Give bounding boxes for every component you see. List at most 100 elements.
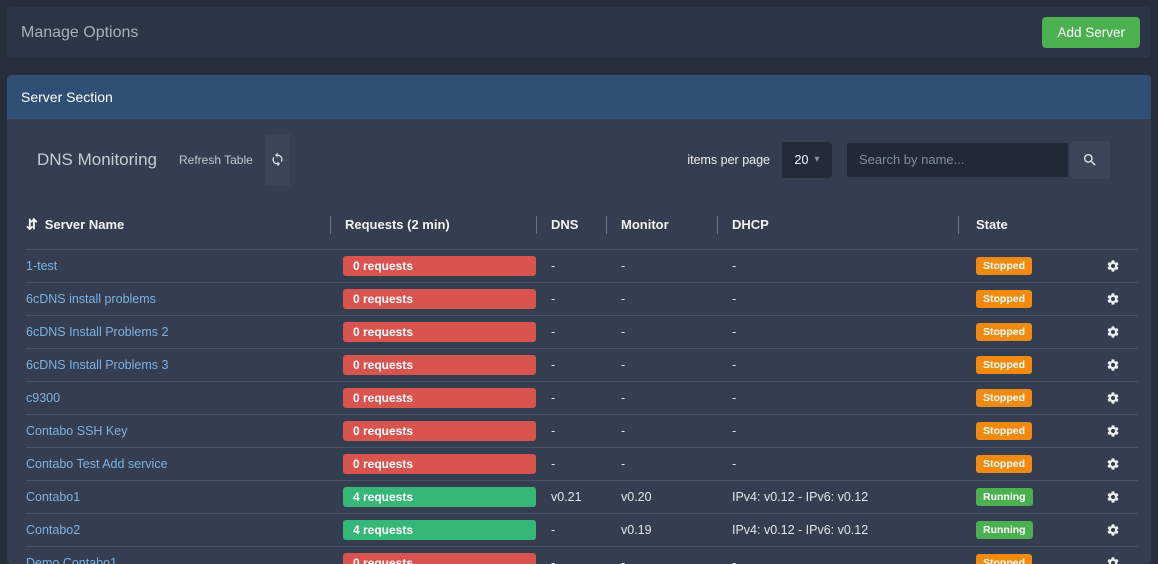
requests-badge: 0 requests	[343, 421, 536, 441]
row-settings-button[interactable]	[1106, 292, 1120, 306]
requests-badge: 0 requests	[343, 322, 536, 342]
table-header-row: ⇵ Server Name Requests (2 min) DNS Monit…	[26, 200, 1138, 249]
table-row: Contabo1 4 requests v0.21 v0.20 IPv4: v0…	[26, 480, 1138, 513]
row-settings-button[interactable]	[1106, 556, 1120, 564]
table-row: c9300 0 requests - - - Stopped	[26, 381, 1138, 414]
dhcp-value: -	[717, 316, 958, 348]
server-name-link[interactable]: 1-test	[26, 259, 57, 273]
chevron-down-icon: ▾	[814, 154, 819, 165]
server-name-link[interactable]: Demo Contabo1	[26, 556, 117, 564]
state-badge: Stopped	[976, 389, 1032, 408]
search-icon	[1082, 152, 1098, 168]
top-bar: Manage Options Add Server	[7, 7, 1151, 58]
server-name-header-label: Server Name	[45, 217, 125, 232]
sort-icon[interactable]: ⇵	[26, 216, 38, 233]
refresh-table-button[interactable]	[265, 134, 290, 186]
monitor-value: -	[606, 382, 717, 414]
monitor-value: -	[606, 415, 717, 447]
monitor-value: -	[606, 349, 717, 381]
dns-value: -	[536, 283, 606, 315]
add-server-button[interactable]: Add Server	[1042, 17, 1140, 48]
dns-value: -	[536, 382, 606, 414]
state-badge: Running	[976, 488, 1033, 507]
table-row: Demo Contabo1 0 requests - - - Stopped	[26, 546, 1138, 564]
dhcp-value: -	[717, 448, 958, 480]
column-header-dhcp: DHCP	[717, 200, 958, 249]
state-badge: Stopped	[976, 455, 1032, 474]
state-badge: Stopped	[976, 290, 1032, 309]
dns-value: -	[536, 547, 606, 564]
row-settings-button[interactable]	[1106, 490, 1120, 504]
row-settings-button[interactable]	[1106, 358, 1120, 372]
row-settings-button[interactable]	[1106, 259, 1120, 273]
dhcp-value: -	[717, 547, 958, 564]
dhcp-value: -	[717, 382, 958, 414]
dhcp-value: -	[717, 415, 958, 447]
requests-badge: 0 requests	[343, 454, 536, 474]
row-settings-button[interactable]	[1106, 424, 1120, 438]
server-name-link[interactable]: 6cDNS Install Problems 3	[26, 358, 168, 372]
state-header-label: State	[976, 217, 1008, 232]
monitor-value: -	[606, 316, 717, 348]
search-button[interactable]	[1070, 141, 1110, 179]
gear-icon	[1106, 259, 1120, 273]
gear-icon	[1106, 391, 1120, 405]
section-title: Server Section	[21, 89, 113, 105]
state-badge: Stopped	[976, 323, 1032, 342]
server-name-link[interactable]: 6cDNS install problems	[26, 292, 156, 306]
items-per-page-select[interactable]: 20 ▾	[782, 142, 832, 178]
requests-badge: 0 requests	[343, 256, 536, 276]
dhcp-value: IPv4: v0.12 - IPv6: v0.12	[717, 481, 958, 513]
row-settings-button[interactable]	[1106, 325, 1120, 339]
column-header-actions	[1065, 200, 1138, 249]
monitor-value: -	[606, 547, 717, 564]
server-name-link[interactable]: c9300	[26, 391, 60, 405]
state-badge: Stopped	[976, 422, 1032, 441]
gear-icon	[1106, 424, 1120, 438]
row-settings-button[interactable]	[1106, 391, 1120, 405]
state-badge: Stopped	[976, 257, 1032, 276]
column-header-state: State	[958, 200, 1065, 249]
dns-value: -	[536, 514, 606, 546]
requests-header-label: Requests (2 min)	[345, 217, 450, 232]
row-settings-button[interactable]	[1106, 523, 1120, 537]
monitor-value: v0.19	[606, 514, 717, 546]
servers-table: ⇵ Server Name Requests (2 min) DNS Monit…	[7, 200, 1151, 564]
column-header-requests: Requests (2 min)	[330, 200, 536, 249]
gear-icon	[1106, 325, 1120, 339]
server-name-link[interactable]: Contabo2	[26, 523, 80, 537]
gear-icon	[1106, 556, 1120, 564]
column-header-dns: DNS	[536, 200, 606, 249]
state-badge: Stopped	[976, 554, 1032, 564]
server-name-link[interactable]: Contabo SSH Key	[26, 424, 127, 438]
dns-value: -	[536, 415, 606, 447]
state-badge: Running	[976, 521, 1033, 540]
search-input[interactable]	[847, 143, 1068, 177]
requests-badge: 0 requests	[343, 388, 536, 408]
page-title: Manage Options	[21, 24, 138, 42]
requests-badge: 0 requests	[343, 355, 536, 375]
dhcp-value: -	[717, 283, 958, 315]
table-row: Contabo2 4 requests - v0.19 IPv4: v0.12 …	[26, 513, 1138, 546]
table-row: 6cDNS Install Problems 2 0 requests - - …	[26, 315, 1138, 348]
gear-icon	[1106, 358, 1120, 372]
table-toolbar: DNS Monitoring Refresh Table items per p…	[7, 119, 1151, 200]
table-row: 6cDNS install problems 0 requests - - - …	[26, 282, 1138, 315]
server-name-link[interactable]: Contabo Test Add service	[26, 457, 168, 471]
requests-badge: 4 requests	[343, 520, 536, 540]
server-name-link[interactable]: 6cDNS Install Problems 2	[26, 325, 168, 339]
gear-icon	[1106, 292, 1120, 306]
table-row: 1-test 0 requests - - - Stopped	[26, 249, 1138, 282]
column-header-server-name[interactable]: ⇵ Server Name	[26, 200, 330, 249]
dns-value: -	[536, 349, 606, 381]
table-row: Contabo SSH Key 0 requests - - - Stopped	[26, 414, 1138, 447]
monitor-value: v0.20	[606, 481, 717, 513]
dns-value: v0.21	[536, 481, 606, 513]
dns-value: -	[536, 316, 606, 348]
server-name-link[interactable]: Contabo1	[26, 490, 80, 504]
requests-badge: 0 requests	[343, 553, 536, 564]
row-settings-button[interactable]	[1106, 457, 1120, 471]
requests-badge: 0 requests	[343, 289, 536, 309]
table-row: 6cDNS Install Problems 3 0 requests - - …	[26, 348, 1138, 381]
monitor-value: -	[606, 250, 717, 282]
